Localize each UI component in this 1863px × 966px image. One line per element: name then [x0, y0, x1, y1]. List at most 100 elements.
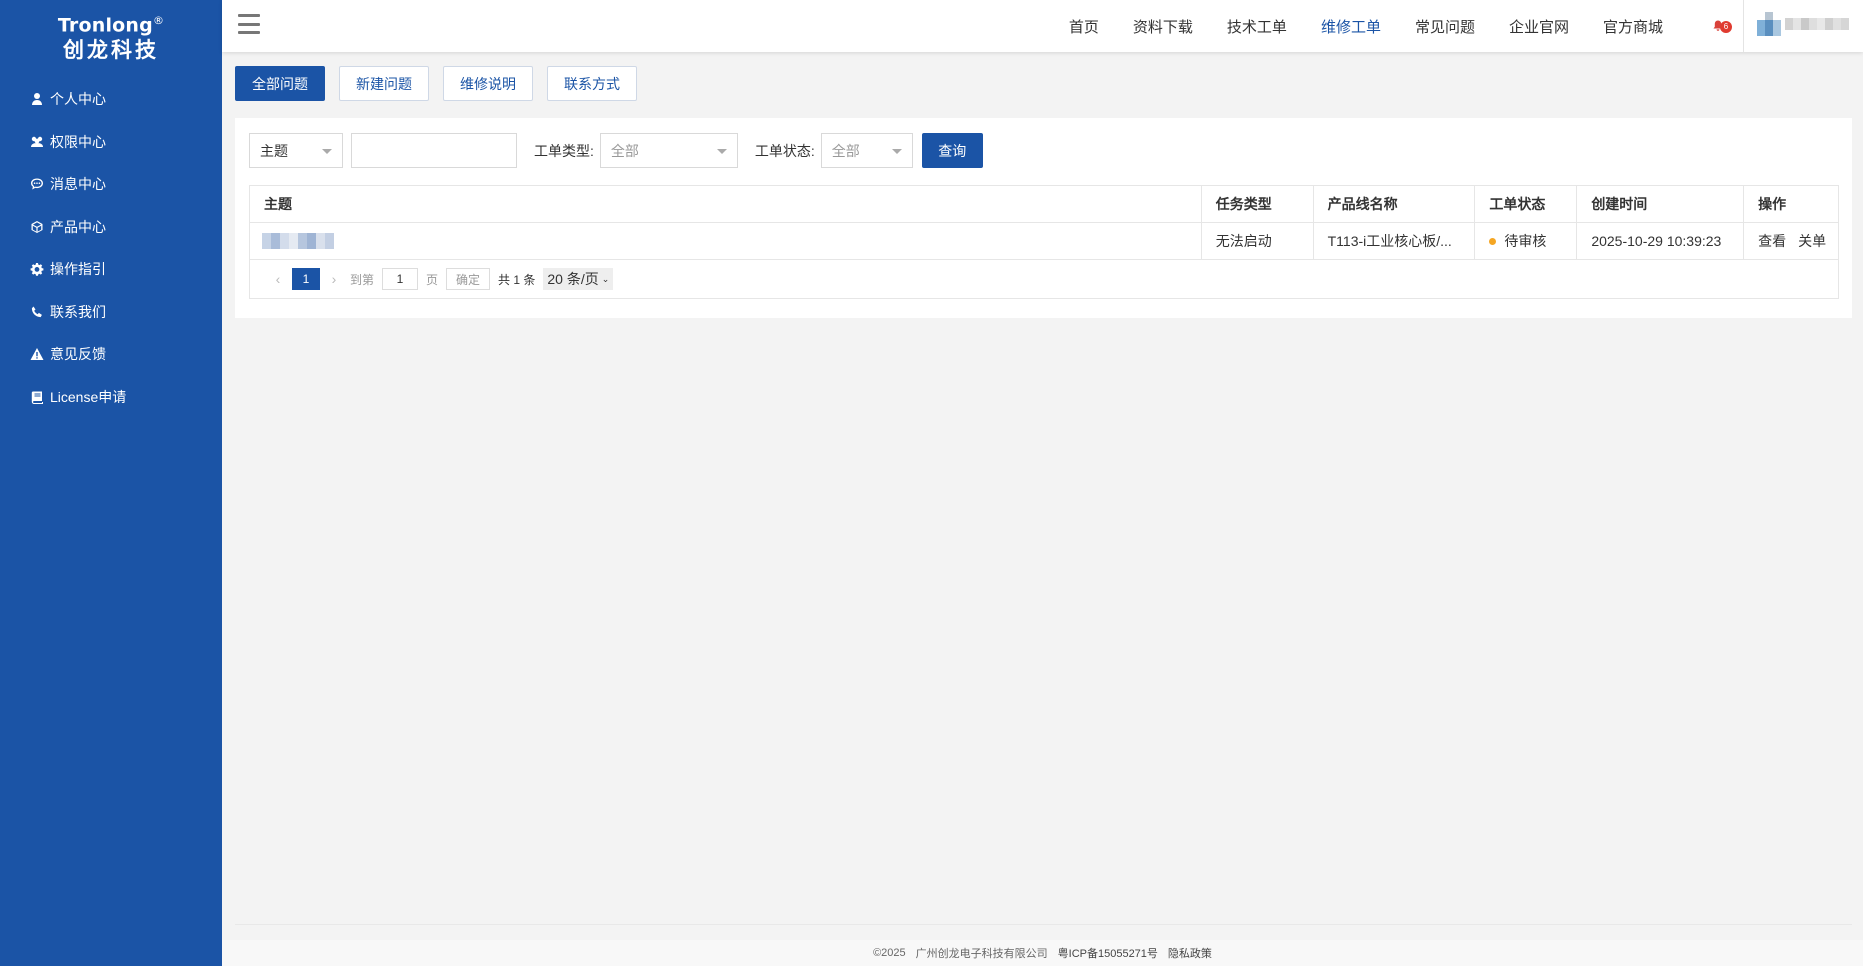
- tab-contact-info[interactable]: 联系方式: [547, 66, 637, 101]
- tab-all-issues[interactable]: 全部问题: [235, 66, 325, 101]
- sidebar-item-personal-center[interactable]: 个人中心: [0, 78, 222, 121]
- tab-repair-instructions[interactable]: 维修说明: [443, 66, 533, 101]
- table-header-row: 主题 任务类型 产品线名称 工单状态 创建时间 操作: [250, 186, 1838, 223]
- search-field-value: 主题: [260, 142, 288, 159]
- cell-created-time: 2025-10-29 10:39:23: [1577, 223, 1745, 259]
- sidebar-menu: 个人中心 权限中心 消息中心 产品中心 操作指引 联系我们 意见反馈 Licen…: [0, 78, 222, 418]
- nav-repair-tickets[interactable]: 维修工单: [1321, 16, 1381, 37]
- view-link[interactable]: 查看: [1758, 231, 1786, 251]
- menu-toggle-icon[interactable]: [238, 14, 260, 34]
- sidebar-item-label: 联系我们: [50, 303, 106, 320]
- nav-downloads[interactable]: 资料下载: [1133, 16, 1193, 37]
- goto-suffix: 页: [426, 272, 439, 287]
- cell-actions: 查看 关单: [1744, 223, 1838, 259]
- footer: ©2025 广州创龙电子科技有限公司 粤ICP备15055271号 隐私政策: [222, 940, 1863, 966]
- column-header-created[interactable]: 创建时间: [1577, 186, 1745, 222]
- pagination: ‹ 1 › 到第 1 页 确定 共 1 条 20 条/页 ⌄: [250, 260, 1838, 298]
- filter-bar: 主题 工单类型: 全部 工单状态: 全部 查询: [249, 133, 983, 168]
- tab-new-issue[interactable]: 新建问题: [339, 66, 429, 101]
- ticket-status-select[interactable]: 全部: [820, 133, 913, 168]
- sidebar-item-label: 产品中心: [50, 218, 106, 235]
- goto-page-input[interactable]: 1: [382, 268, 419, 290]
- nav-tech-tickets[interactable]: 技术工单: [1227, 16, 1287, 37]
- footer-privacy-link[interactable]: 隐私政策: [1168, 945, 1212, 961]
- column-header-subject[interactable]: 主题: [250, 186, 1202, 222]
- ticket-type-label: 工单类型:: [534, 142, 594, 159]
- brand-name-en: Tronlong®: [57, 13, 165, 37]
- column-header-product-line[interactable]: 产品线名称: [1314, 186, 1476, 222]
- nav-home[interactable]: 首页: [1069, 16, 1099, 37]
- chat-icon: [30, 177, 44, 191]
- total-count: 共 1 条: [498, 272, 536, 287]
- sidebar-item-label: License申请: [50, 388, 127, 405]
- ticket-tabs: 全部问题 新建问题 维修说明 联系方式: [235, 66, 651, 101]
- cell-subject[interactable]: [250, 223, 1202, 259]
- column-header-status[interactable]: 工单状态: [1475, 186, 1578, 222]
- page-number-current[interactable]: 1: [292, 268, 320, 290]
- query-button[interactable]: 查询: [921, 133, 983, 168]
- sidebar-item-message-center[interactable]: 消息中心: [0, 163, 222, 206]
- close-ticket-link[interactable]: 关单: [1798, 231, 1826, 251]
- caret-down-icon: [322, 149, 332, 154]
- column-header-task-type[interactable]: 任务类型: [1202, 186, 1314, 222]
- sidebar-item-label: 消息中心: [50, 176, 106, 193]
- users-icon: [30, 135, 44, 149]
- sidebar-item-product-center[interactable]: 产品中心: [0, 206, 222, 249]
- top-nav: 首页 资料下载 技术工单 维修工单 常见问题 企业官网 官方商城: [1035, 0, 1663, 52]
- ticket-status-label: 工单状态:: [754, 142, 815, 159]
- page-size-select[interactable]: 20 条/页 ⌄: [543, 268, 614, 290]
- ticket-status-value: 全部: [831, 142, 860, 159]
- sidebar-item-label: 权限中心: [50, 133, 106, 150]
- sidebar-item-contact-us[interactable]: 联系我们: [0, 291, 222, 334]
- cell-status: 待审核: [1475, 223, 1578, 259]
- cell-product-line: T113-i工业核心板/...: [1314, 223, 1476, 259]
- brand-name-cn: 创龙科技: [63, 38, 159, 63]
- user-icon: [30, 92, 44, 106]
- nav-faq[interactable]: 常见问题: [1415, 16, 1475, 37]
- header-divider: [1743, 0, 1744, 52]
- search-field-select[interactable]: 主题: [249, 133, 343, 168]
- ticket-type-select[interactable]: 全部: [599, 133, 738, 168]
- top-header: 首页 资料下载 技术工单 维修工单 常见问题 企业官网 官方商城 6: [222, 0, 1863, 52]
- footer-company: 广州创龙电子科技有限公司: [915, 948, 1048, 960]
- cube-icon: [30, 220, 44, 234]
- prev-page-icon[interactable]: ‹: [270, 271, 286, 287]
- sidebar-item-feedback[interactable]: 意见反馈: [0, 333, 222, 376]
- username-blurred: [1785, 18, 1849, 30]
- sidebar-item-license-apply[interactable]: License申请: [0, 376, 222, 419]
- sidebar-item-permission-center[interactable]: 权限中心: [0, 121, 222, 164]
- sidebar: Tronlong® 创龙科技 个人中心 权限中心 消息中心 产品中心 操作指引 …: [0, 0, 222, 966]
- sidebar-item-label: 意见反馈: [50, 346, 106, 363]
- page-size-value: 20 条/页: [547, 271, 599, 287]
- goto-prefix: 到第: [350, 272, 375, 287]
- footer-divider: [235, 924, 1852, 925]
- table-row: 无法启动 T113-i工业核心板/... 待审核 2025-10-29 10:3…: [250, 223, 1838, 260]
- cell-task-type: 无法启动: [1202, 223, 1314, 259]
- next-page-icon[interactable]: ›: [326, 271, 342, 287]
- avatar: [1757, 12, 1781, 36]
- nav-official-site[interactable]: 企业官网: [1509, 16, 1569, 37]
- sidebar-item-label: 操作指引: [50, 261, 106, 278]
- phone-icon: [30, 305, 44, 319]
- caret-down-icon: [716, 149, 727, 154]
- keyword-input[interactable]: [351, 133, 517, 168]
- sidebar-item-label: 个人中心: [50, 91, 106, 108]
- ticket-panel: 主题 工单类型: 全部 工单状态: 全部 查询 主题 任务类型 产品线名称 工单…: [235, 118, 1852, 318]
- caret-down-icon: [891, 149, 902, 154]
- user-menu[interactable]: [1757, 12, 1857, 36]
- subject-blurred: [262, 233, 334, 249]
- chevron-down-icon: ⌄: [601, 273, 610, 284]
- footer-copyright: ©2025: [873, 947, 906, 959]
- warning-icon: [30, 347, 44, 361]
- status-dot-icon: [1489, 237, 1497, 245]
- goto-confirm-button[interactable]: 确定: [446, 268, 491, 290]
- book-icon: [30, 390, 44, 404]
- footer-icp-link[interactable]: 粤ICP备15055271号: [1058, 945, 1158, 961]
- status-badge: 待审核: [1504, 233, 1547, 249]
- brand-logo[interactable]: Tronlong® 创龙科技: [0, 0, 222, 66]
- notification-bell[interactable]: 6: [1712, 16, 1734, 36]
- nav-official-store[interactable]: 官方商城: [1603, 16, 1663, 37]
- sidebar-item-operation-guide[interactable]: 操作指引: [0, 248, 222, 291]
- ticket-table: 主题 任务类型 产品线名称 工单状态 创建时间 操作 无法启动 T113-i工业…: [249, 185, 1839, 299]
- gear-icon: [30, 262, 44, 277]
